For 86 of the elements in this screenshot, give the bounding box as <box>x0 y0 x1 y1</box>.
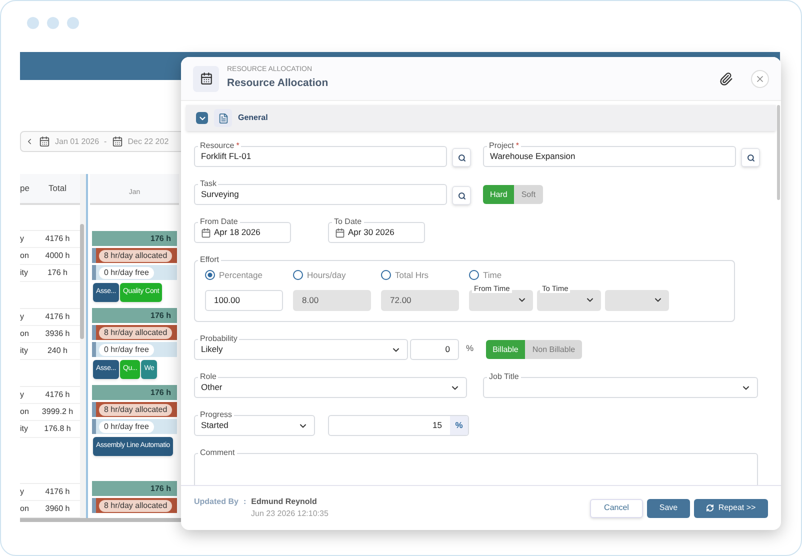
table-cell-text: 3960 h <box>44 503 71 515</box>
updated-by-name: Edmund Reynold <box>251 496 317 508</box>
table-cell-text: 4176 h <box>44 486 71 498</box>
table-cell-text: 4176 h <box>44 233 71 245</box>
refresh-icon <box>706 504 714 512</box>
percent-addon: % <box>450 416 468 435</box>
repeat-button[interactable]: Repeat >> <box>694 498 768 518</box>
field-label: Task <box>200 179 216 188</box>
calendar-icon <box>193 66 219 92</box>
paperclip-icon[interactable] <box>719 72 733 86</box>
table-cell-text: y <box>20 486 25 498</box>
search-icon <box>458 154 466 162</box>
document-icon <box>214 109 232 127</box>
calendar-icon <box>335 228 345 238</box>
scrollbar-thumb[interactable] <box>80 224 84 339</box>
free-bar: 0 hr/day free <box>92 265 177 280</box>
date-to: Dec 22 202 <box>128 136 169 148</box>
radio-label: Time <box>483 269 502 282</box>
progress-percent-field[interactable]: 15 % <box>328 415 469 436</box>
section-header[interactable]: General <box>186 105 776 131</box>
field-label: Progress <box>200 410 232 419</box>
radio-label: Total Hrs <box>395 269 429 282</box>
column-header: Total <box>48 182 68 195</box>
table-cell-text: on <box>20 503 30 515</box>
previous-icon[interactable] <box>25 137 34 146</box>
field-label: Effort <box>200 255 219 264</box>
percent-unit: % <box>466 342 474 355</box>
calendar-icon <box>112 136 123 147</box>
allocated-bar: 8 hr/day allocated <box>92 402 177 417</box>
allocated-bar: 8 hr/day allocated <box>92 325 177 340</box>
table-cell-text: 4176 h <box>44 389 71 401</box>
date-separator: - <box>104 136 107 148</box>
probability-percent-field[interactable]: 0 <box>410 339 459 360</box>
table-cell-text: 4176 h <box>44 311 71 323</box>
save-button[interactable]: Save <box>647 498 690 518</box>
allocated-bar: 8 hr/day allocated <box>92 248 177 263</box>
radio-button[interactable] <box>205 270 215 280</box>
total-hours-bar: 176 h <box>92 385 177 400</box>
table-cell-text: y <box>20 389 25 401</box>
table-cell-text: 176 h <box>46 267 69 279</box>
search-icon <box>746 154 754 162</box>
table-cell-text: ity <box>20 423 29 435</box>
total-hours-bar: 176 h <box>92 308 177 323</box>
field-label: Role <box>200 372 216 381</box>
field-label: Job Title <box>489 372 519 381</box>
calendar-icon <box>39 136 50 147</box>
free-bar: 0 hr/day free <box>92 342 177 357</box>
updated-timestamp: Jun 23 2026 12:10:35 <box>251 508 328 520</box>
cancel-button[interactable]: Cancel <box>590 498 643 518</box>
search-button[interactable] <box>452 148 471 167</box>
allocated-bar: 8 hr/day allocated <box>92 498 177 513</box>
radio-label: Percentage <box>219 269 262 282</box>
field-label: Probability <box>200 334 238 343</box>
search-button[interactable] <box>741 148 760 167</box>
field-label: From Date <box>200 217 238 226</box>
table-cell-text: ity <box>20 267 29 279</box>
close-icon <box>755 74 765 84</box>
radio-label: Hours/day <box>307 269 346 282</box>
calendar-icon <box>201 228 211 238</box>
dialog-title: Resource Allocation <box>227 76 328 91</box>
table-cell-text: on <box>20 406 30 418</box>
search-button[interactable] <box>452 186 471 205</box>
label-separator: : <box>243 496 246 508</box>
table-cell-text: on <box>20 250 30 262</box>
table-cell-text: 240 h <box>46 345 69 357</box>
table-cell-text: 176.8 h <box>43 423 72 435</box>
field-label: Comment <box>200 448 235 457</box>
total-hours-bar: 176 h <box>92 481 177 496</box>
radio-button[interactable] <box>469 270 479 280</box>
effort-input[interactable]: 100.00 <box>205 290 283 311</box>
column-header: pe <box>20 182 30 195</box>
search-icon <box>458 192 466 200</box>
free-bar: 0 hr/day free <box>92 419 177 434</box>
table-cell-text: 3936 h <box>44 328 71 340</box>
collapse-toggle[interactable] <box>196 112 208 124</box>
table-cell-text: on <box>20 328 30 340</box>
section-title: General <box>238 112 268 124</box>
date-from: Jan 01 2026 <box>55 136 100 148</box>
field-label: To Date <box>334 217 362 226</box>
table-cell-text: 3999.2 h <box>40 406 74 418</box>
table-cell-text: 4000 h <box>44 250 71 262</box>
updated-by-label: Updated By <box>194 496 238 508</box>
table-cell-text: ity <box>20 345 29 357</box>
table-cell-text: y <box>20 311 25 323</box>
table-cell-text: y <box>20 233 25 245</box>
total-hours-bar: 176 h <box>92 231 177 246</box>
